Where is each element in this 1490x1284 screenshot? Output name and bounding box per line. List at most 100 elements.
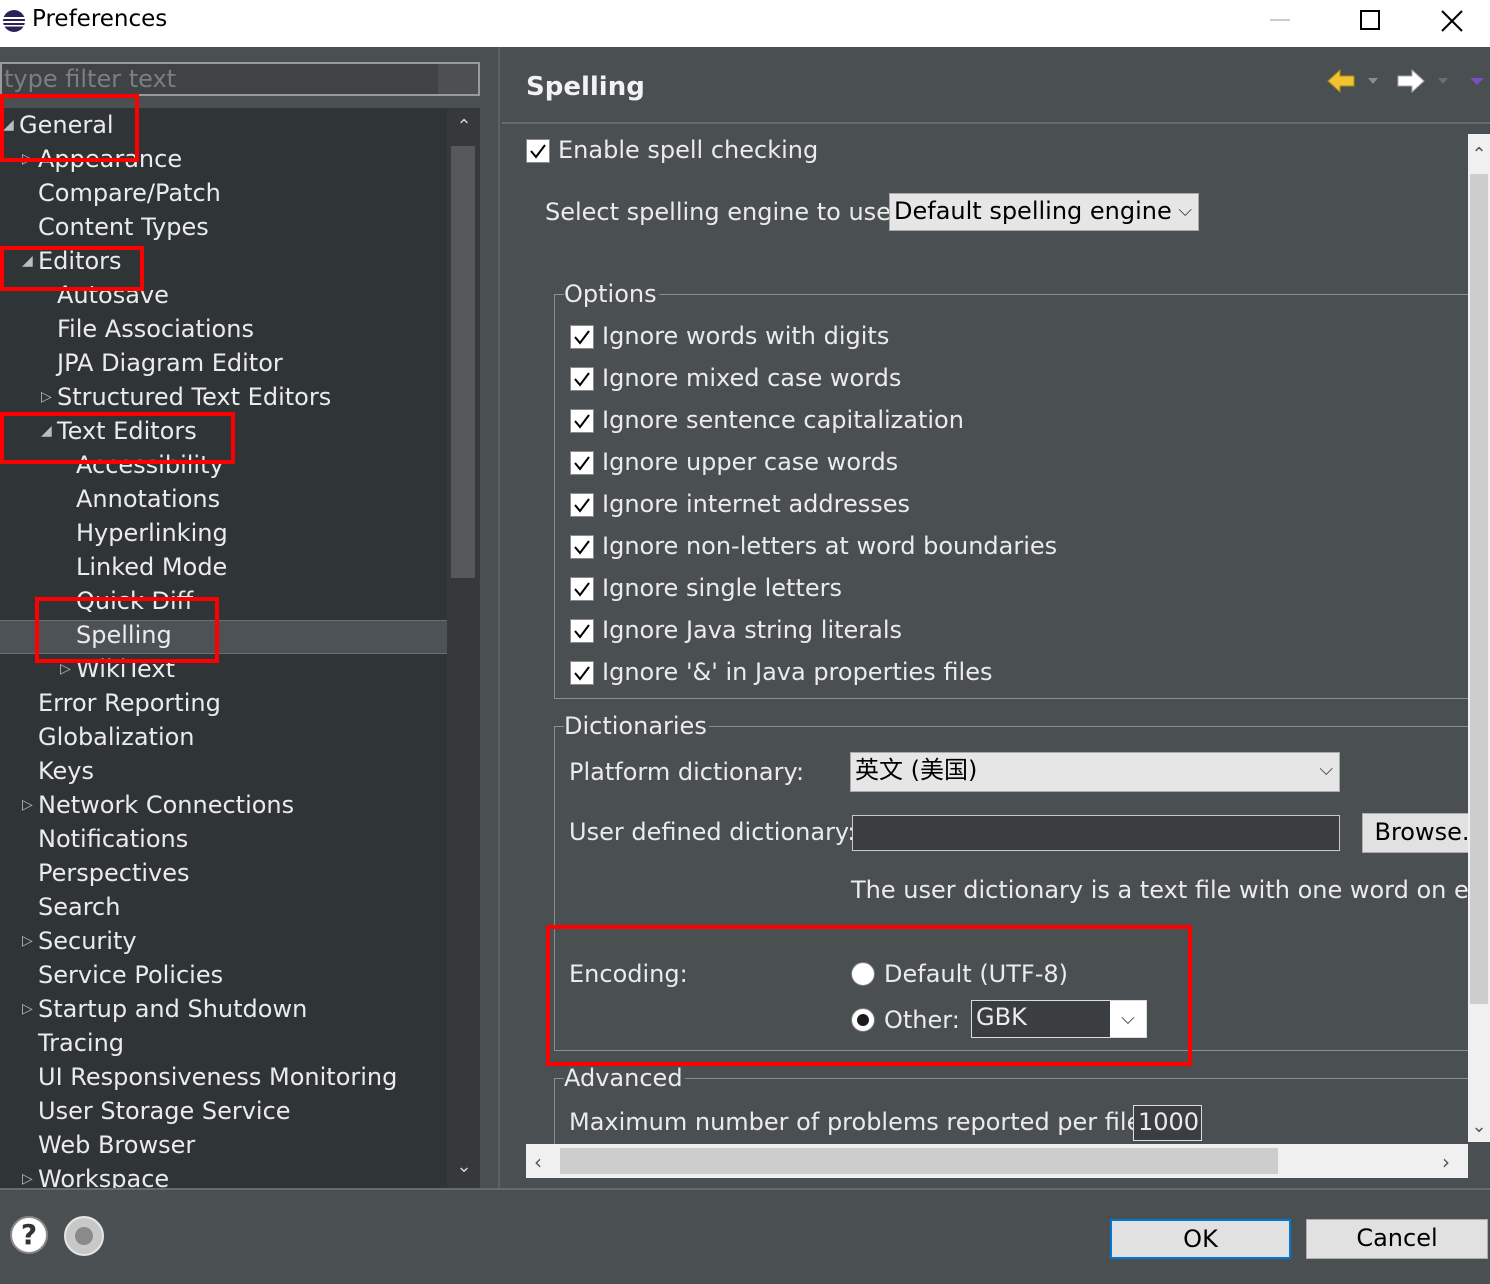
option-checkbox[interactable] (570, 577, 594, 601)
tree-scrollbar[interactable]: ⌃ ⌄ (447, 108, 480, 1188)
collapsed-arrow-icon[interactable]: ▷ (22, 1162, 36, 1188)
tree-item[interactable]: Search (38, 890, 120, 924)
collapsed-arrow-icon[interactable]: ▷ (22, 992, 36, 1026)
collapsed-arrow-icon[interactable]: ▷ (22, 142, 36, 176)
minimize-button[interactable] (1235, 0, 1325, 40)
scroll-down-icon[interactable]: ⌄ (1470, 1118, 1488, 1136)
encoding-other-radio[interactable] (851, 1008, 875, 1032)
tree-item[interactable]: ◢ Editors (22, 244, 122, 278)
encoding-other-label: Other: (884, 1006, 960, 1034)
encoding-other-combo[interactable]: GBK ⌵ (971, 1000, 1147, 1038)
collapsed-arrow-icon[interactable]: ▷ (60, 652, 74, 686)
option-checkbox[interactable] (570, 619, 594, 643)
content-vertical-scrollbar[interactable]: ⌃ ⌄ (1468, 134, 1490, 1142)
tree-item[interactable]: ◢ Text Editors (41, 414, 197, 448)
tree-item[interactable]: ▷ Startup and Shutdown (22, 992, 307, 1026)
settings-icon[interactable] (64, 1216, 104, 1256)
ok-button[interactable]: OK (1110, 1219, 1291, 1259)
tree-item[interactable]: Globalization (38, 720, 195, 754)
spelling-page: Enable spell checking Select spelling en… (502, 124, 1468, 1144)
view-menu-icon[interactable] (1468, 66, 1490, 96)
platform-dict-select[interactable]: 英文 (美国) ⌵ (850, 752, 1340, 792)
scroll-right-icon[interactable]: › (1442, 1150, 1450, 1174)
tree-item[interactable]: Service Policies (38, 958, 223, 992)
user-dict-label: User defined dictionary: (569, 818, 856, 846)
tree-item[interactable]: User Storage Service (38, 1094, 291, 1128)
tree-item[interactable]: Hyperlinking (76, 516, 228, 550)
checkmark-icon (574, 372, 590, 387)
tree-item[interactable]: Keys (38, 754, 94, 788)
tree-item[interactable]: Error Reporting (38, 686, 221, 720)
tree-item[interactable]: Autosave (57, 278, 169, 312)
tree-item[interactable]: JPA Diagram Editor (57, 346, 283, 380)
option-checkbox[interactable] (570, 535, 594, 559)
collapsed-arrow-icon[interactable]: ▷ (22, 924, 36, 958)
encoding-default-radio[interactable] (851, 962, 875, 986)
tree-item[interactable]: UI Responsiveness Monitoring (38, 1060, 397, 1094)
forward-arrow-icon[interactable] (1396, 66, 1456, 96)
option-checkbox[interactable] (570, 367, 594, 391)
cancel-button[interactable]: Cancel (1306, 1219, 1488, 1259)
page-title: Spelling (526, 72, 645, 102)
content-vscroll-thumb[interactable] (1470, 174, 1488, 1004)
tree-item-label: Editors (38, 247, 122, 275)
user-dict-hint: The user dictionary is a text file with … (851, 876, 1468, 904)
user-dict-input[interactable] (852, 815, 1340, 851)
expanded-arrow-icon[interactable]: ◢ (41, 414, 55, 448)
content-hscroll-thumb[interactable] (560, 1148, 1278, 1174)
tree-item[interactable]: Web Browser (38, 1128, 195, 1162)
back-arrow-icon[interactable] (1326, 66, 1386, 96)
help-icon[interactable]: ? (10, 1216, 48, 1254)
scroll-left-icon[interactable]: ‹ (534, 1150, 542, 1174)
collapsed-arrow-icon[interactable]: ▷ (22, 788, 36, 822)
option-checkbox[interactable] (570, 451, 594, 475)
tree-item[interactable]: ▷ Workspace (22, 1162, 170, 1188)
option-checkbox[interactable] (570, 493, 594, 517)
tree-item[interactable]: Compare/Patch (38, 176, 221, 210)
clear-filter-button[interactable] (438, 64, 478, 94)
tree-item[interactable]: Perspectives (38, 856, 190, 890)
tree-scroll-thumb[interactable] (451, 146, 475, 578)
tree-item[interactable]: Spelling (76, 618, 172, 652)
tree-item[interactable]: Content Types (38, 210, 209, 244)
scroll-up-icon[interactable]: ⌃ (455, 118, 473, 136)
tree-item[interactable]: Annotations (76, 482, 220, 516)
tree-item[interactable]: ▷ WikiText (60, 652, 175, 686)
enable-spell-checkbox[interactable] (526, 139, 550, 163)
sash[interactable] (498, 47, 500, 1190)
scroll-up-icon[interactable]: ⌃ (1470, 146, 1488, 164)
max-problems-input[interactable]: 1000 (1133, 1105, 1202, 1141)
close-button[interactable] (1415, 0, 1490, 40)
tree-item[interactable]: Accessibility (76, 448, 224, 482)
tree-item[interactable]: Notifications (38, 822, 188, 856)
option-label: Ignore '&' in Java properties files (602, 658, 993, 686)
tree-item[interactable]: ▷ Appearance (22, 142, 182, 176)
preferences-tree[interactable]: ◢ General ▷ Appearance Compare/Patch Content … (0, 108, 447, 1188)
content-horizontal-scrollbar[interactable]: ‹ › (526, 1144, 1468, 1178)
tree-item[interactable]: ▷ Network Connections (22, 788, 295, 822)
tree-item[interactable]: Quick Diff (76, 584, 193, 618)
tree-item[interactable]: ▷ Structured Text Editors (41, 380, 331, 414)
engine-select[interactable]: Default spelling engine ⌵ (889, 193, 1199, 231)
option-label: Ignore words with digits (602, 322, 890, 350)
expanded-arrow-icon[interactable]: ◢ (22, 244, 36, 278)
tree-item[interactable]: ▷ Security (22, 924, 137, 958)
option-checkbox[interactable] (570, 325, 594, 349)
option-checkbox[interactable] (570, 409, 594, 433)
tree-item-label: Network Connections (38, 791, 295, 819)
tree-item-label: Annotations (76, 485, 221, 513)
tree-item-label: Service Policies (38, 961, 224, 989)
maximize-button[interactable] (1325, 0, 1415, 40)
browse-button[interactable]: Browse. (1362, 813, 1468, 853)
tree-item[interactable]: Linked Mode (76, 550, 227, 584)
tree-item[interactable]: ◢ General (3, 108, 114, 142)
tree-item[interactable]: File Associations (57, 312, 254, 346)
option-label: Ignore Java string literals (602, 616, 903, 644)
collapsed-arrow-icon[interactable]: ▷ (41, 380, 55, 414)
option-checkbox[interactable] (570, 661, 594, 685)
expanded-arrow-icon[interactable]: ◢ (3, 108, 17, 142)
filter-input[interactable]: type filter text (0, 62, 480, 96)
tree-item-label: Workspace (38, 1165, 170, 1188)
scroll-down-icon[interactable]: ⌄ (455, 1158, 473, 1176)
tree-item[interactable]: Tracing (38, 1026, 124, 1060)
